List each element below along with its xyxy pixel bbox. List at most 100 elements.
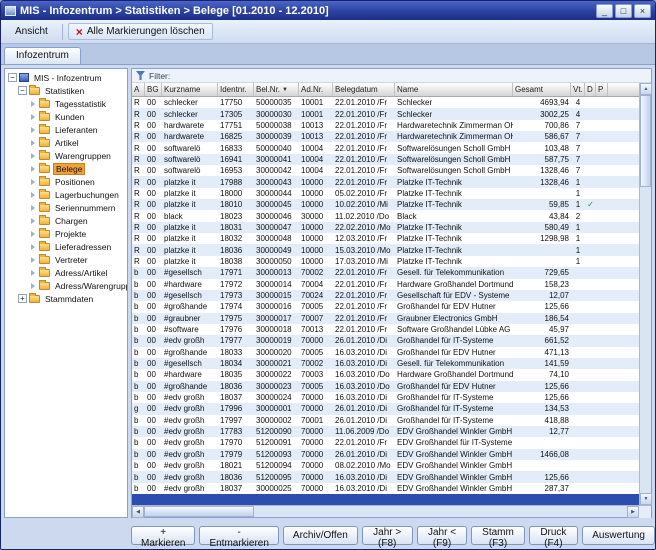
footer-button-jahr-f8[interactable]: Jahr > (F8) [362, 526, 413, 545]
horizontal-scroll-thumb[interactable] [144, 506, 254, 517]
footer-button-archiv-offen[interactable]: Archiv/Offen [283, 526, 358, 545]
tab-infozentrum[interactable]: Infozentrum [4, 47, 81, 64]
close-button[interactable]: × [634, 4, 651, 18]
tree-item-lagerbuchungen[interactable]: Lagerbuchungen [5, 188, 127, 201]
column-header-a[interactable]: A [132, 83, 145, 96]
table-row[interactable]: b00#edv großh17977300000197000026.01.201… [132, 335, 639, 346]
collapse-icon[interactable]: − [18, 86, 27, 95]
tree-item-adress-warengruppen[interactable]: Adress/Warengruppen [5, 279, 127, 292]
column-header-d[interactable]: D [585, 83, 596, 96]
vertical-scroll-thumb[interactable] [640, 95, 651, 187]
leaf-arrow-icon [31, 218, 35, 224]
column-header-belegdatum[interactable]: Belegdatum [333, 83, 395, 96]
table-cell: 7 [571, 144, 585, 153]
footer-button-entmarkieren[interactable]: - Entmarkieren [199, 526, 278, 545]
table-row[interactable]: b00#gesellsch17973300000157002422.01.201… [132, 290, 639, 301]
table-row[interactable]: R00platzke it18036300000491000015.03.201… [132, 244, 639, 255]
tree-item-tagesstatistik[interactable]: Tagesstatistik [5, 97, 127, 110]
tree-item-belege[interactable]: Belege [5, 162, 127, 175]
scroll-down-icon[interactable]: ▼ [640, 493, 652, 505]
column-header-name[interactable]: Name [395, 83, 513, 96]
table-cell: 18036 [218, 382, 254, 391]
tree-item-projekte[interactable]: Projekte [5, 227, 127, 240]
table-row[interactable]: R00platzke it18031300000471000022.02.201… [132, 222, 639, 233]
scroll-left-icon[interactable]: ◀ [132, 506, 144, 518]
footer-button-markieren[interactable]: + Markieren [131, 526, 195, 545]
filter-bar[interactable]: Filter: [132, 69, 651, 83]
column-header-bg[interactable]: BG [145, 83, 162, 96]
table-row[interactable]: g00#edv großh17996300000017000026.01.201… [132, 403, 639, 414]
table-row[interactable]: b00#edv großh17997300000027000126.01.201… [132, 415, 639, 426]
tree-item-lieferanten[interactable]: Lieferanten [5, 123, 127, 136]
table-row[interactable]: R00softwarelö16953300000421000422.01.201… [132, 165, 639, 176]
table-row[interactable]: R00schlecker17750500000351000122.01.2010… [132, 97, 639, 108]
tree-item-kunden[interactable]: Kunden [5, 110, 127, 123]
tree-item-seriennummern[interactable]: Seriennummern [5, 201, 127, 214]
table-row[interactable]: b00#großhande17974300000167000522.01.201… [132, 301, 639, 312]
footer-button-jahr-f9[interactable]: Jahr < (F9) [417, 526, 468, 545]
tree-item-positionen[interactable]: Positionen [5, 175, 127, 188]
column-header-gesamt[interactable]: Gesamt [513, 83, 571, 96]
tree-item-statistiken[interactable]: −Statistiken [5, 84, 127, 97]
collapse-icon[interactable]: − [8, 73, 17, 82]
scroll-right-icon[interactable]: ▶ [627, 506, 639, 518]
folder-icon [39, 269, 50, 277]
expand-icon[interactable]: + [18, 294, 27, 303]
table-row[interactable]: b00#gesellsch18034300000217000216.03.201… [132, 358, 639, 369]
table-row[interactable]: b00#graubner17975300000177000722.01.2010… [132, 313, 639, 324]
minimize-button[interactable]: _ [596, 4, 613, 18]
table-row[interactable]: b00#edv großh18037300000247000016.03.201… [132, 392, 639, 403]
column-header-identnr[interactable]: Identnr. [218, 83, 254, 96]
column-header-bel-nr[interactable]: Bel.Nr.▼ [254, 83, 299, 96]
tree-item-vertreter[interactable]: Vertreter [5, 253, 127, 266]
table-row[interactable]: R00platzke it18038300000501000017.03.201… [132, 256, 639, 267]
selected-empty-row[interactable] [132, 494, 639, 505]
table-row[interactable]: b00#edv großh17783512000907000011.06.200… [132, 426, 639, 437]
menu-ansicht[interactable]: Ansicht [6, 23, 57, 40]
tree-item-chargen[interactable]: Chargen [5, 214, 127, 227]
clear-marks-button[interactable]: × Alle Markierungen löschen [68, 23, 213, 40]
tree-item-stammdaten[interactable]: +Stammdaten [5, 292, 127, 305]
table-row[interactable]: b00#edv großh18037300000257000016.03.201… [132, 483, 639, 494]
table-row[interactable]: b00#software17976300000187001322.01.2010… [132, 324, 639, 335]
horizontal-scroll-track[interactable] [254, 506, 627, 517]
table-row[interactable]: b00#großhande18036300000237000516.03.201… [132, 381, 639, 392]
column-header-kurzname[interactable]: Kurzname [162, 83, 218, 96]
table-row[interactable]: R00platzke it18010300000451000010.02.201… [132, 199, 639, 210]
table-row[interactable]: R00platzke it18000300000441000005.02.201… [132, 188, 639, 199]
table-cell: 1 [571, 200, 585, 209]
footer-button-druck-f4[interactable]: Druck (F4) [529, 526, 579, 545]
vertical-scrollbar[interactable]: ▲ ▼ [639, 83, 651, 505]
tree-item-artikel[interactable]: Artikel [5, 136, 127, 149]
footer-button-auswertung[interactable]: Auswertung [582, 526, 655, 545]
table-row[interactable]: R00softwarelö16833500000401000422.01.201… [132, 142, 639, 153]
horizontal-scrollbar[interactable]: ◀ ▶ [132, 505, 651, 517]
table-row[interactable]: b00#edv großh18036512000957000016.03.201… [132, 471, 639, 482]
table-row[interactable]: b00#edv großh17979512000937000026.01.201… [132, 449, 639, 460]
table-row[interactable]: b00#hardware17972300000147000422.01.2010… [132, 279, 639, 290]
table-row[interactable]: b00#gesellsch17971300000137000222.01.201… [132, 267, 639, 278]
table-row[interactable]: R00platzke it17988300000431000022.01.201… [132, 176, 639, 187]
table-row[interactable]: R00hardwarete16825300000391001322.01.201… [132, 131, 639, 142]
table-row[interactable]: b00#großhande18033300000207000516.03.201… [132, 347, 639, 358]
table-row[interactable]: b00#hardware18035300000227000316.03.2010… [132, 369, 639, 380]
table-row[interactable]: b00#edv großh18021512000947000008.02.201… [132, 460, 639, 471]
maximize-button[interactable]: □ [615, 4, 632, 18]
column-header-ad-nr[interactable]: Ad.Nr. [299, 83, 333, 96]
tree-item-adress-artikel[interactable]: Adress/Artikel [5, 266, 127, 279]
tree-item-mis-infozentrum[interactable]: −MIS - Infozentrum [5, 71, 127, 84]
table-row[interactable]: R00platzke it18032300000481000012.03.201… [132, 233, 639, 244]
table-cell: #edv großh [162, 438, 218, 447]
table-row[interactable]: b00#edv großh17970512000917000022.01.201… [132, 437, 639, 448]
tree-item-lieferadressen[interactable]: Lieferadressen [5, 240, 127, 253]
tree-item-warengruppen[interactable]: Warengruppen [5, 149, 127, 162]
table-row[interactable]: R00schlecker17305300000301000122.01.2010… [132, 108, 639, 119]
vertical-scroll-track[interactable] [640, 187, 651, 493]
footer-button-stamm-f3[interactable]: Stamm (F3) [471, 526, 524, 545]
table-row[interactable]: R00softwarelö16941300000411000422.01.201… [132, 154, 639, 165]
table-row[interactable]: R00black18023300000463000011.02.2010 /Do… [132, 210, 639, 221]
scroll-up-icon[interactable]: ▲ [640, 83, 652, 95]
column-header-p[interactable]: P [596, 83, 608, 96]
column-header-vt[interactable]: Vt. [571, 83, 585, 96]
table-row[interactable]: R00hardwarete17751500000381001322.01.201… [132, 120, 639, 131]
